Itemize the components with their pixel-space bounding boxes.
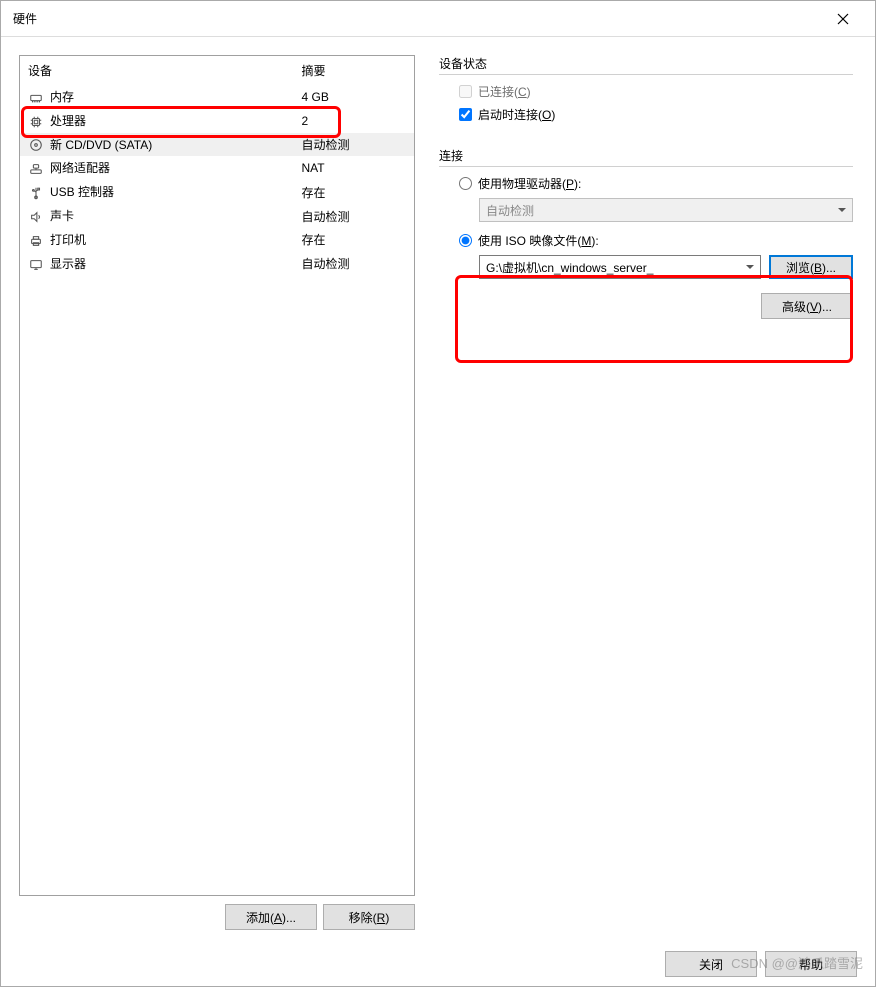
physical-drive-combo[interactable]: 自动检测 bbox=[479, 198, 853, 222]
right-panel: 设备状态 已连接(C) 启动时连接(O) 连接 bbox=[435, 55, 857, 930]
device-cell: 处理器 bbox=[20, 109, 294, 133]
connected-checkbox[interactable] bbox=[459, 85, 472, 98]
table-row[interactable]: 处理器 2 bbox=[20, 109, 414, 133]
device-summary: 存在 bbox=[294, 180, 415, 204]
iso-label: 使用 ISO 映像文件(M): bbox=[478, 232, 599, 249]
cpu-icon bbox=[28, 114, 44, 130]
device-name: 声卡 bbox=[50, 209, 74, 223]
connect-on-power-label: 启动时连接(O) bbox=[478, 106, 555, 123]
col-header-summary: 摘要 bbox=[294, 56, 415, 85]
cd-icon bbox=[28, 137, 44, 153]
close-dialog-button[interactable]: 关闭 bbox=[665, 951, 757, 977]
device-summary: 2 bbox=[294, 109, 415, 133]
device-summary: 4 GB bbox=[294, 85, 415, 109]
remove-button[interactable]: 移除(R) bbox=[323, 904, 415, 930]
table-row[interactable]: 声卡 自动检测 bbox=[20, 204, 414, 228]
left-button-row: 添加(A)... 移除(R) bbox=[19, 904, 415, 930]
device-summary: 自动检测 bbox=[294, 133, 415, 157]
table-row[interactable]: USB 控制器 存在 bbox=[20, 180, 414, 204]
iso-radio-row[interactable]: 使用 ISO 映像文件(M): bbox=[459, 232, 853, 249]
device-cell: 网络适配器 bbox=[20, 156, 294, 180]
network-icon bbox=[28, 161, 44, 177]
connection-group: 连接 使用物理驱动器(P): 自动检测 使用 ISO 映像文件(M): bbox=[439, 147, 853, 319]
connect-on-power-checkbox[interactable] bbox=[459, 108, 472, 121]
close-icon bbox=[837, 13, 849, 25]
usb-icon bbox=[28, 185, 44, 201]
device-name: 内存 bbox=[50, 90, 74, 104]
device-name: 打印机 bbox=[50, 233, 86, 247]
device-cell: 打印机 bbox=[20, 228, 294, 252]
hardware-dialog: 硬件 设备 摘要 内存4 GB处理器2新 CD/DVD (SATA)自动检测网络… bbox=[0, 0, 876, 987]
connected-checkbox-row[interactable]: 已连接(C) bbox=[459, 83, 853, 100]
table-row[interactable]: 显示器 自动检测 bbox=[20, 252, 414, 276]
device-name: 显示器 bbox=[50, 257, 86, 271]
table-row[interactable]: 内存 4 GB bbox=[20, 85, 414, 109]
close-button[interactable] bbox=[823, 3, 863, 35]
device-name: 新 CD/DVD (SATA) bbox=[50, 138, 152, 152]
iso-path-combo[interactable]: G:\虚拟机\cn_windows_server_ bbox=[479, 255, 761, 279]
device-cell: 声卡 bbox=[20, 204, 294, 228]
table-row[interactable]: 网络适配器 NAT bbox=[20, 156, 414, 180]
physical-drive-label: 使用物理驱动器(P): bbox=[478, 175, 581, 192]
device-cell: 新 CD/DVD (SATA) bbox=[20, 133, 294, 157]
left-panel: 设备 摘要 内存4 GB处理器2新 CD/DVD (SATA)自动检测网络适配器… bbox=[19, 55, 415, 930]
add-button[interactable]: 添加(A)... bbox=[225, 904, 317, 930]
connect-on-power-row[interactable]: 启动时连接(O) bbox=[459, 106, 853, 123]
device-status-title: 设备状态 bbox=[439, 55, 853, 75]
device-summary: 自动检测 bbox=[294, 252, 415, 276]
device-cell: 显示器 bbox=[20, 252, 294, 276]
dialog-footer: 关闭 帮助 bbox=[1, 942, 875, 986]
connected-label: 已连接(C) bbox=[478, 83, 531, 100]
memory-icon bbox=[28, 90, 44, 106]
device-name: 网络适配器 bbox=[50, 161, 110, 175]
physical-drive-radio-row[interactable]: 使用物理驱动器(P): bbox=[459, 175, 853, 192]
table-row[interactable]: 新 CD/DVD (SATA) 自动检测 bbox=[20, 133, 414, 157]
device-summary: 存在 bbox=[294, 228, 415, 252]
sound-icon bbox=[28, 209, 44, 225]
device-summary: 自动检测 bbox=[294, 204, 415, 228]
iso-radio[interactable] bbox=[459, 234, 472, 247]
table-row[interactable]: 打印机 存在 bbox=[20, 228, 414, 252]
device-status-group: 设备状态 已连接(C) 启动时连接(O) bbox=[439, 55, 853, 129]
dialog-title: 硬件 bbox=[13, 10, 823, 27]
device-cell: 内存 bbox=[20, 85, 294, 109]
printer-icon bbox=[28, 233, 44, 249]
device-list[interactable]: 设备 摘要 内存4 GB处理器2新 CD/DVD (SATA)自动检测网络适配器… bbox=[19, 55, 415, 896]
device-name: 处理器 bbox=[50, 114, 86, 128]
advanced-button[interactable]: 高级(V)... bbox=[761, 293, 853, 319]
device-name: USB 控制器 bbox=[50, 185, 114, 199]
col-header-device: 设备 bbox=[20, 56, 294, 85]
device-summary: NAT bbox=[294, 156, 415, 180]
browse-button[interactable]: 浏览(B)... bbox=[769, 255, 853, 279]
dialog-body: 设备 摘要 内存4 GB处理器2新 CD/DVD (SATA)自动检测网络适配器… bbox=[1, 37, 875, 942]
physical-drive-radio[interactable] bbox=[459, 177, 472, 190]
device-table: 设备 摘要 内存4 GB处理器2新 CD/DVD (SATA)自动检测网络适配器… bbox=[20, 56, 414, 276]
connection-title: 连接 bbox=[439, 147, 853, 167]
device-cell: USB 控制器 bbox=[20, 180, 294, 204]
display-icon bbox=[28, 257, 44, 273]
help-button[interactable]: 帮助 bbox=[765, 951, 857, 977]
dialog-header: 硬件 bbox=[1, 1, 875, 37]
